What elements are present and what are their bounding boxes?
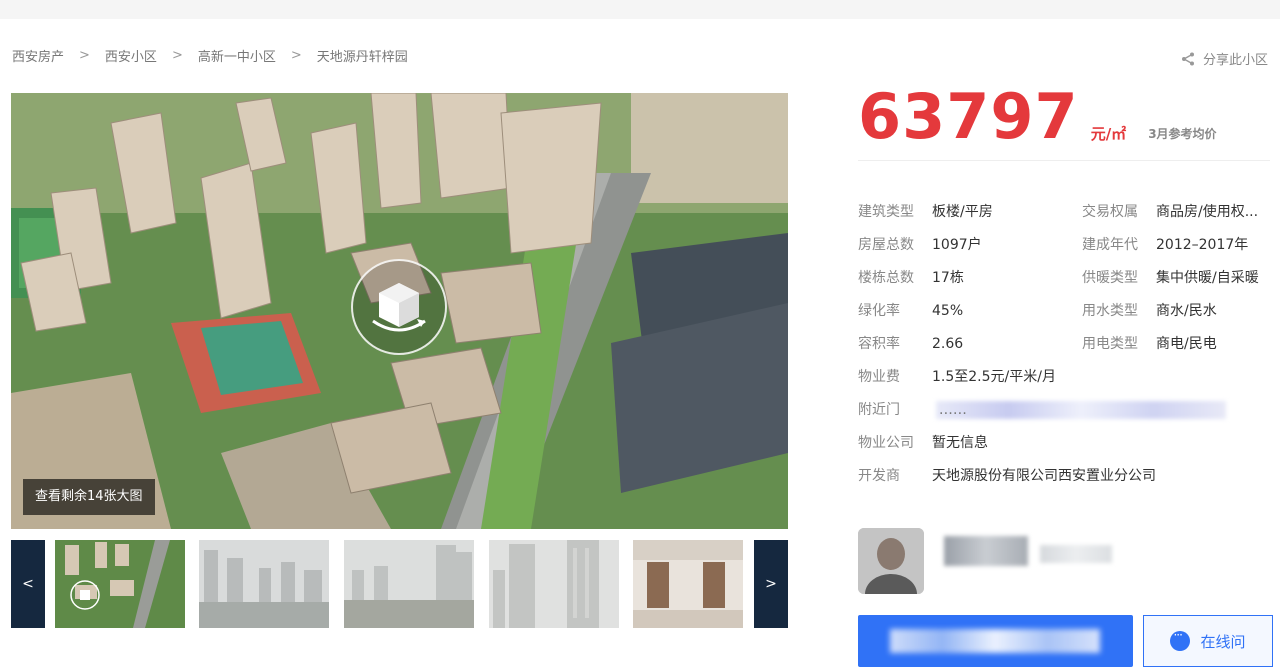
info-key: 楼栋总数 [858,270,914,286]
thumbnail-image [344,540,474,628]
breadcrumb: 西安房产 > 西安小区 > 高新一中小区 > 天地源丹轩梓园 [12,46,408,65]
thumbnail-5[interactable] [633,540,743,628]
info-building-type: 建筑类型 板楼/平房 [858,201,993,221]
agent-title-redacted [1040,545,1112,563]
chat-bubble-icon [1170,628,1191,651]
breadcrumb-current-community[interactable]: 天地源丹轩梓园 [317,46,408,65]
price-unit: 元/㎡ [1090,125,1127,143]
thumbnail-2[interactable] [199,540,329,628]
info-key: 房屋总数 [858,237,914,253]
info-key: 绿化率 [858,303,900,319]
info-value: 1.5至2.5元/平米/月 [932,369,1056,385]
breadcrumb-separator: > [171,48,183,63]
agent-avatar[interactable] [858,528,924,594]
info-developer: 开发商 天地源股份有限公司西安置业分公司 [858,465,1156,485]
info-electricity: 用电类型 商电/民电 [1082,333,1217,353]
top-bar [0,0,1280,19]
info-value: 商电/民电 [1156,336,1217,352]
info-water: 用水类型 商水/民水 [1082,300,1217,320]
info-value: 17栋 [932,270,964,286]
thumbnail-image [489,540,619,628]
info-value: 天地源股份有限公司西安置业分公司 [932,468,1156,484]
call-agent-button[interactable] [858,615,1133,667]
info-property-fee: 物业费 1.5至2.5元/平米/月 [858,366,1056,386]
info-value: …… [938,402,967,418]
info-value: 集中供暖/自采暖 [1156,270,1259,286]
info-property-company: 物业公司 暂无信息 [858,432,988,452]
info-key: 交易权属 [1082,204,1138,220]
breadcrumb-separator: > [290,48,302,63]
online-chat-button[interactable]: 在线问 [1143,615,1273,667]
breadcrumb-xian-communities[interactable]: 西安小区 [105,46,157,65]
info-key: 物业费 [858,369,900,385]
info-key: 附近门 [858,402,900,418]
info-value: 暂无信息 [932,435,988,451]
info-value: 板楼/平房 [932,204,993,220]
price-note: 3月参考均价 [1148,127,1217,141]
info-key: 物业公司 [858,435,914,451]
thumbnail-3[interactable] [344,540,474,628]
average-price: 63797 [858,80,1079,153]
divider [858,160,1270,161]
thumbnail-image [633,540,743,628]
call-label-redacted [890,629,1100,653]
info-ownership: 交易权属 商品房/使用权... [1082,201,1258,221]
chat-label: 在线问 [1200,632,1246,651]
info-value: 1097户 [932,237,982,253]
info-key: 建筑类型 [858,204,914,220]
agent-name-redacted [944,536,1028,566]
breadcrumb-separator: > [79,48,90,63]
thumbnail-next-button[interactable]: > [754,540,788,628]
breadcrumb-xian-realestate[interactable]: 西安房产 [12,46,64,65]
thumbnail-image [199,540,329,628]
avatar-image [858,528,924,594]
info-building-count: 楼栋总数 17栋 [858,267,964,287]
info-key: 用电类型 [1082,336,1138,352]
vr-tour-button[interactable] [351,259,447,355]
info-built-year: 建成年代 2012–2017年 [1082,234,1248,254]
info-key: 用水类型 [1082,303,1138,319]
info-value: 2012–2017年 [1156,237,1249,253]
info-heating: 供暖类型 集中供暖/自采暖 [1082,267,1259,287]
info-green-rate: 绿化率 45% [858,300,963,320]
info-value: 商品房/使用权... [1156,204,1259,220]
share-label: 分享此小区 [1202,53,1268,68]
info-value: 2.66 [932,336,964,352]
info-nearby-stores: 附近门 …… [858,399,1227,419]
share-button[interactable]: 分享此小区 [1181,49,1268,68]
breadcrumb-district[interactable]: 高新一中小区 [198,46,276,65]
view-more-photos-button[interactable]: 查看剩余14张大图 [23,479,155,515]
info-key: 供暖类型 [1082,270,1138,286]
thumbnail-4[interactable] [489,540,619,628]
thumbnail-1[interactable] [55,540,185,628]
main-photo[interactable]: 查看剩余14张大图 [11,93,788,529]
info-value: 商水/民水 [1156,303,1217,319]
info-key: 开发商 [858,468,900,484]
thumbnail-strip: < > [11,540,788,628]
info-value-redacted [936,401,1227,419]
info-key: 建成年代 [1082,237,1138,253]
price-block: 63797 元/㎡ 3月参考均价 [858,82,1217,152]
thumbnail-image [55,540,185,628]
info-key: 容积率 [858,336,900,352]
info-total-units: 房屋总数 1097户 [858,234,982,254]
thumbnail-prev-button[interactable]: < [11,540,45,628]
info-value: 45% [932,303,964,319]
info-plot-ratio: 容积率 2.66 [858,333,963,353]
share-icon [1181,52,1194,65]
3d-cube-icon [372,283,426,332]
